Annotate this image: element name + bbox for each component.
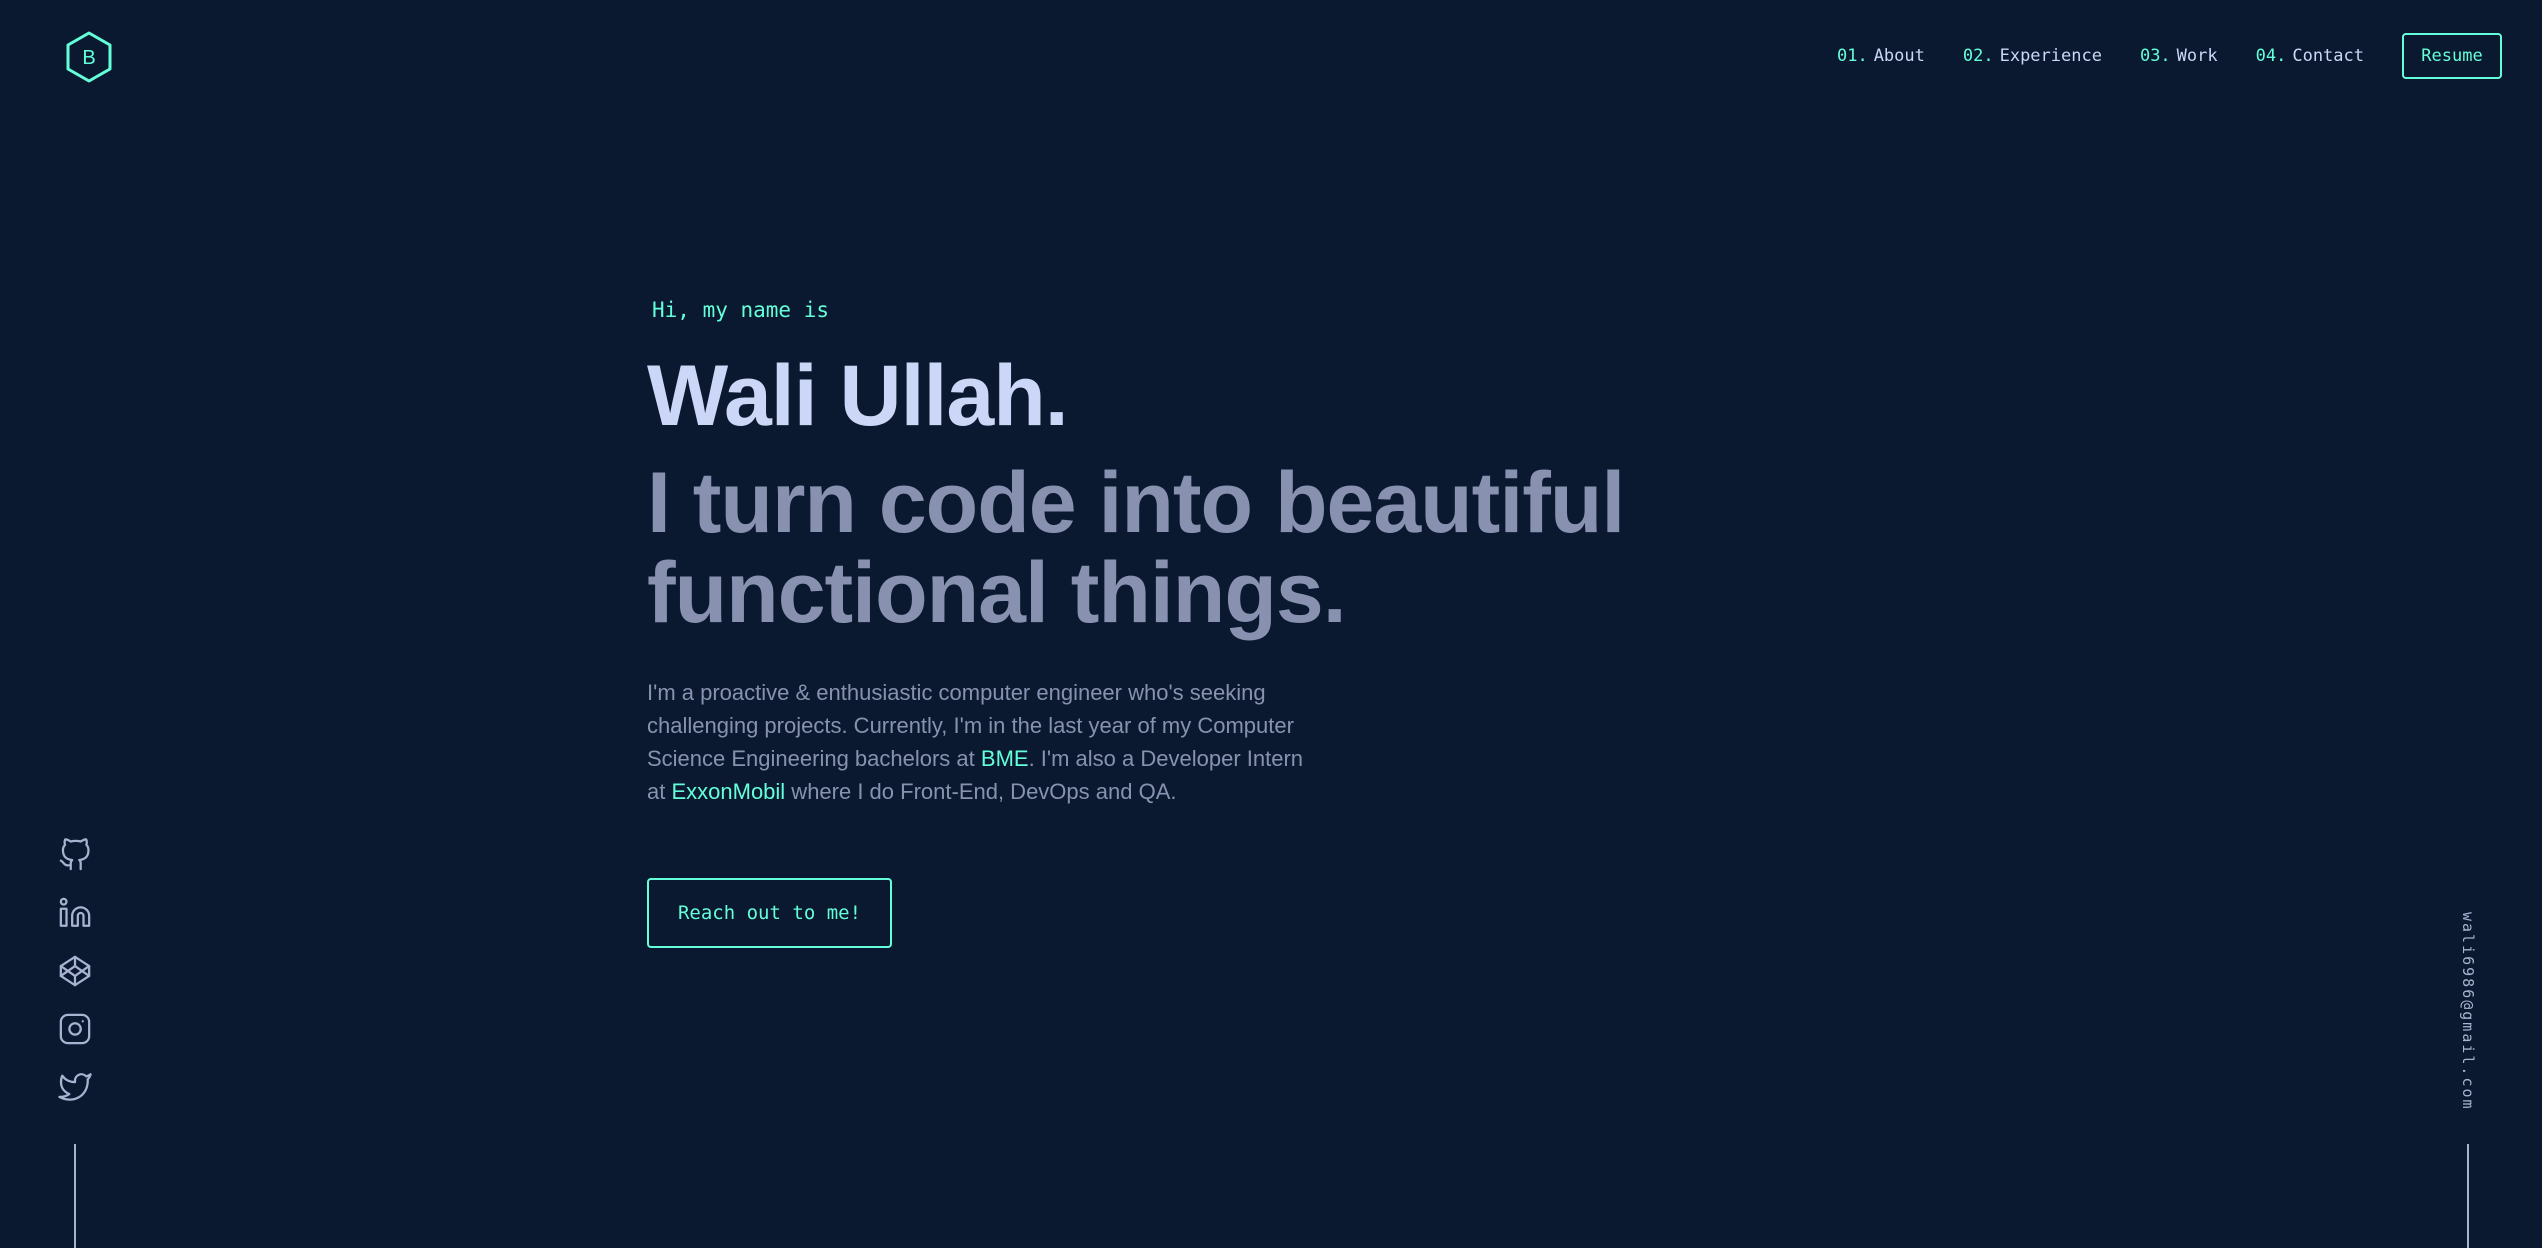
email-rail: wali6986@gmail.com: [2450, 912, 2486, 1112]
main-nav: 01. About 02. Experience 03. Work 04. Co…: [1837, 31, 2502, 81]
nav-number: 03.: [2139, 46, 2171, 66]
nav-item-about[interactable]: 01. About: [1837, 46, 1925, 66]
hero-tagline: I turn code into beautiful functional th…: [647, 455, 1625, 641]
nav-item-contact[interactable]: 04. Contact: [2256, 46, 2364, 66]
left-rail-line: [74, 1144, 76, 1248]
reach-out-button[interactable]: Reach out to me!: [647, 878, 892, 948]
instagram-icon[interactable]: [58, 1012, 92, 1046]
resume-button[interactable]: Resume: [2402, 33, 2502, 79]
hero-section: Hi, my name is Wali Ullah. I turn code i…: [647, 292, 1747, 948]
logo-link[interactable]: B: [64, 30, 114, 84]
github-icon[interactable]: [58, 838, 92, 872]
linkedin-icon[interactable]: [58, 896, 92, 930]
nav-label: Work: [2176, 46, 2218, 66]
hero-greeting: Hi, my name is: [652, 298, 830, 322]
nav-label: Experience: [1999, 46, 2102, 66]
nav-number: 04.: [2255, 46, 2287, 66]
email-link[interactable]: wali6986@gmail.com: [2459, 912, 2477, 1112]
logo-letter: B: [82, 47, 95, 69]
bme-link[interactable]: BME: [981, 746, 1029, 771]
social-links: [58, 838, 92, 1128]
codepen-icon[interactable]: [58, 954, 92, 988]
nav-item-experience[interactable]: 02. Experience: [1963, 46, 2102, 66]
nav-label: About: [1873, 46, 1925, 66]
twitter-icon[interactable]: [58, 1070, 92, 1104]
nav-number: 01.: [1836, 46, 1868, 66]
hexagon-logo-icon: B: [66, 31, 112, 83]
bio-text: where I do Front-End, DevOps and QA.: [785, 779, 1177, 804]
nav-number: 02.: [1962, 46, 1994, 66]
exxonmobil-link[interactable]: ExxonMobil: [671, 779, 785, 804]
hero-bio: I'm a proactive & enthusiastic computer …: [647, 676, 1327, 808]
right-rail-line: [2467, 1144, 2469, 1248]
nav-label: Contact: [2292, 46, 2364, 66]
nav-item-work[interactable]: 03. Work: [2140, 46, 2218, 66]
hero-name: Wali Ullah.: [647, 348, 1069, 444]
